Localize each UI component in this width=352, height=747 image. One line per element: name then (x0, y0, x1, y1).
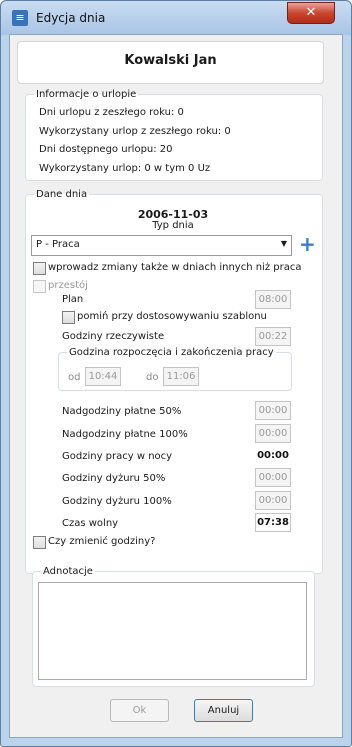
free-time-field[interactable]: 07:38 (255, 513, 291, 532)
overtime-50-label: Nadgodziny płatne 50% (62, 406, 182, 417)
skip-template-label: pomiń przy dostosowywaniu szablonu (77, 311, 267, 322)
work-range-legend: Godzina rozpoczęcia i zakończenia pracy (69, 347, 274, 358)
plan-field[interactable]: 08:00 (255, 290, 291, 309)
actual-hours-field[interactable]: 00:22 (255, 327, 291, 346)
duty-50-field[interactable]: 00:00 (255, 468, 291, 487)
plan-label: Plan (62, 294, 84, 305)
actual-hours-label: Godziny rzeczywiste (62, 331, 165, 342)
range-from-label: od (68, 372, 81, 383)
leave-previous-days: Dni urlopu z zeszłego roku: 0 (39, 107, 184, 118)
cancel-button[interactable]: Anuluj (194, 699, 253, 722)
free-time-label: Czas wolny (62, 518, 119, 529)
dialog-window: ≡ Edycja dnia ✕ Kowalski Jan Informacje … (0, 0, 352, 747)
employee-panel: Kowalski Jan (17, 41, 324, 84)
leave-previous-used: Wykorzystany urlop z zeszłego roku: 0 (39, 126, 231, 137)
day-type-select[interactable]: P - Praca ▼ (31, 235, 292, 256)
duty-100-label: Godziny dyżuru 100% (62, 496, 172, 507)
overtime-50-field[interactable]: 00:00 (255, 401, 291, 420)
overtime-100-field[interactable]: 00:00 (255, 424, 291, 443)
downtime-label: przestój (48, 280, 88, 291)
duty-50-label: Godziny dyżuru 50% (62, 473, 166, 484)
day-data-legend: Dane dnia (36, 189, 88, 200)
apply-other-days-checkbox[interactable] (33, 262, 46, 275)
window-title: Edycja dnia (36, 11, 106, 25)
app-icon: ≡ (12, 10, 28, 26)
leave-used: Wykorzystany urlop: 0 w tym 0 Uz (39, 163, 211, 174)
day-type-value: P - Praca (36, 239, 80, 250)
chevron-down-icon: ▼ (280, 239, 287, 248)
leave-info-legend: Informacje o urlopie (36, 89, 137, 100)
downtime-checkbox[interactable] (33, 280, 46, 293)
overtime-100-label: Nadgodziny płatne 100% (62, 429, 188, 440)
notes-textarea[interactable] (38, 582, 307, 680)
title-bar[interactable]: ≡ Edycja dnia ✕ (1, 1, 351, 35)
day-type-label: Typ dnia (152, 220, 194, 231)
ok-button[interactable]: Ok (110, 699, 169, 722)
leave-available-days: Dni dostępnego urlopu: 20 (39, 144, 173, 155)
notes-legend: Adnotacje (43, 566, 93, 577)
duty-100-field[interactable]: 00:00 (255, 491, 291, 510)
range-to-field[interactable]: 11:06 (163, 367, 199, 386)
range-from-field[interactable]: 10:44 (85, 367, 121, 386)
skip-template-checkbox[interactable] (62, 311, 75, 324)
employee-name: Kowalski Jan (124, 53, 217, 68)
add-icon[interactable]: + (299, 234, 316, 254)
range-to-label: do (146, 372, 159, 383)
apply-other-days-label: wprowadz zmiany także w dniach innych ni… (48, 262, 302, 273)
night-hours-value: 00:00 (255, 446, 291, 465)
change-hours-checkbox[interactable] (33, 536, 46, 549)
change-hours-label: Czy zmienić godziny? (48, 536, 156, 547)
night-hours-label: Godziny pracy w nocy (62, 451, 173, 462)
close-button[interactable]: ✕ (287, 2, 335, 24)
